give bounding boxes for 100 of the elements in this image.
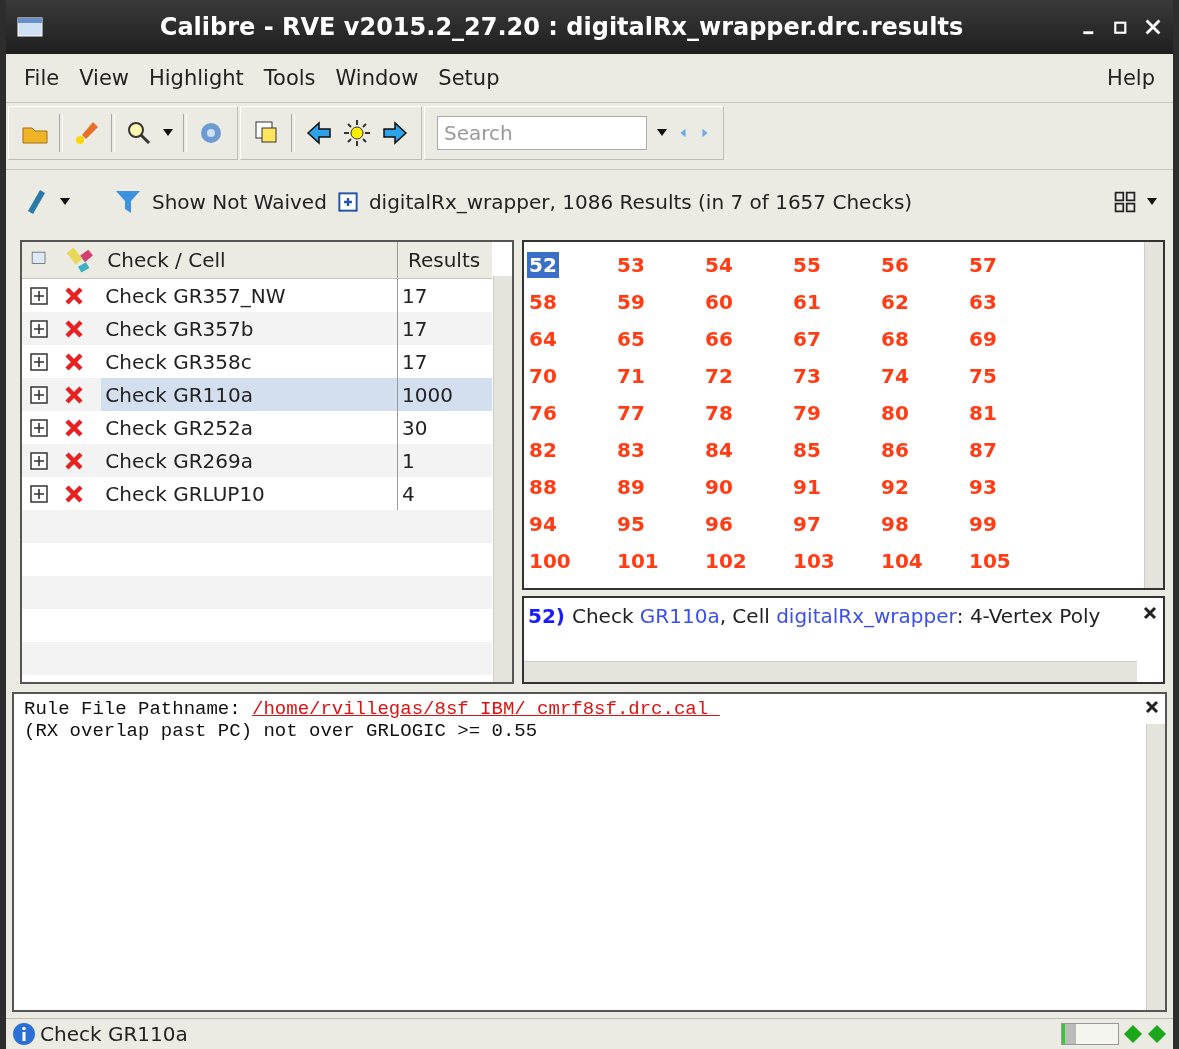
result-number[interactable]: 100 [527, 547, 573, 574]
expand-icon[interactable] [30, 451, 48, 470]
expand-icon[interactable] [30, 319, 48, 338]
result-number[interactable]: 88 [527, 473, 559, 500]
result-number[interactable]: 70 [527, 362, 559, 389]
brush-icon[interactable] [73, 119, 101, 147]
scrollbar[interactable] [493, 276, 512, 682]
result-number[interactable]: 52 [527, 251, 559, 278]
column-header[interactable]: Check / Cell [101, 242, 398, 278]
result-number[interactable]: 103 [791, 547, 837, 574]
result-number[interactable]: 67 [791, 325, 823, 352]
result-number[interactable]: 74 [879, 362, 911, 389]
result-number[interactable]: 71 [615, 362, 647, 389]
result-number[interactable]: 61 [791, 288, 823, 315]
sun-icon[interactable] [343, 119, 371, 147]
detail-link[interactable]: digitalRx_wrapper [776, 604, 957, 628]
table-cell-text: 17 [401, 348, 429, 376]
result-number[interactable]: 87 [967, 436, 999, 463]
menu-item[interactable]: View [71, 62, 137, 94]
grid-icon[interactable] [1113, 190, 1137, 214]
result-number[interactable]: 55 [791, 251, 823, 278]
cell-icon[interactable] [336, 191, 359, 213]
left-arrow-icon[interactable] [305, 119, 333, 147]
right-arrow-icon[interactable] [381, 119, 409, 147]
filter-icon[interactable] [114, 188, 142, 216]
result-number[interactable]: 85 [791, 436, 823, 463]
menu-item[interactable]: Window [327, 62, 427, 94]
search-field[interactable]: Search [437, 116, 647, 150]
result-number[interactable]: 53 [615, 251, 647, 278]
result-number[interactable]: 78 [703, 399, 735, 426]
result-number[interactable]: 60 [703, 288, 735, 315]
result-number[interactable]: 102 [703, 547, 749, 574]
menu-item[interactable]: Help [1099, 62, 1163, 94]
result-number[interactable]: 92 [879, 473, 911, 500]
result-number[interactable]: 75 [967, 362, 999, 389]
close-icon[interactable] [1145, 700, 1159, 714]
result-number[interactable]: 62 [879, 288, 911, 315]
menu-item[interactable]: Highlight [141, 62, 252, 94]
expand-icon[interactable] [30, 286, 48, 305]
result-number[interactable]: 69 [967, 325, 999, 352]
menu-item[interactable]: Tools [255, 62, 324, 94]
result-number[interactable]: 84 [703, 436, 735, 463]
result-number[interactable]: 73 [791, 362, 823, 389]
menu-item[interactable]: Setup [430, 62, 508, 94]
error-icon [63, 351, 84, 372]
result-number[interactable]: 80 [879, 399, 911, 426]
result-number[interactable]: 72 [703, 362, 735, 389]
detail-link[interactable]: GR110a [639, 604, 720, 628]
result-number[interactable]: 82 [527, 436, 559, 463]
result-number[interactable]: 77 [615, 399, 647, 426]
result-number[interactable]: 81 [967, 399, 999, 426]
result-number[interactable]: 101 [615, 547, 661, 574]
caret-icon[interactable] [163, 129, 173, 137]
result-number[interactable]: 59 [615, 288, 647, 315]
detail-text: Check [571, 604, 635, 628]
result-number[interactable]: 95 [615, 510, 647, 537]
result-number[interactable]: 79 [791, 399, 823, 426]
result-number[interactable]: 57 [967, 251, 999, 278]
expand-icon[interactable] [30, 418, 48, 437]
filter-label[interactable]: Show Not Waived [152, 190, 327, 214]
result-number[interactable]: 93 [967, 473, 999, 500]
caret-icon[interactable] [60, 198, 70, 206]
result-number[interactable]: 56 [879, 251, 911, 278]
magnifier-icon[interactable] [125, 119, 153, 147]
error-icon [63, 417, 84, 438]
column-header[interactable]: Results [397, 242, 492, 278]
result-number[interactable]: 83 [615, 436, 647, 463]
result-number[interactable]: 98 [879, 510, 911, 537]
result-number[interactable]: 54 [703, 251, 735, 278]
result-number[interactable]: 91 [791, 473, 823, 500]
result-number[interactable]: 86 [879, 436, 911, 463]
result-number[interactable]: 64 [527, 325, 559, 352]
expand-icon[interactable] [30, 352, 48, 371]
result-number[interactable]: 105 [967, 547, 1013, 574]
scrollbar[interactable] [1144, 242, 1163, 588]
result-number[interactable]: 58 [527, 288, 559, 315]
result-number[interactable]: 89 [615, 473, 647, 500]
result-number[interactable]: 104 [879, 547, 925, 574]
caret-icon[interactable] [657, 129, 667, 137]
result-number[interactable]: 76 [527, 399, 559, 426]
rule-file-link[interactable]: /home/rvillegas/8sf_IBM/_cmrf8sf.drc.cal_ [252, 698, 720, 720]
result-number[interactable]: 99 [967, 510, 999, 537]
result-number[interactable]: 65 [615, 325, 647, 352]
menu-item[interactable]: File [16, 62, 68, 94]
caret-icon[interactable] [1147, 198, 1157, 206]
scrollbar[interactable] [524, 661, 1137, 682]
expand-icon[interactable] [30, 484, 48, 503]
scrollbar[interactable] [1146, 724, 1165, 1010]
close-icon[interactable] [1143, 606, 1157, 620]
check-name[interactable]: Check GR110a [101, 378, 398, 411]
result-number[interactable]: 97 [791, 510, 823, 537]
result-number[interactable]: 66 [703, 325, 735, 352]
result-number[interactable]: 90 [703, 473, 735, 500]
result-number[interactable]: 63 [967, 288, 999, 315]
result-number[interactable]: 68 [879, 325, 911, 352]
expand-icon[interactable] [30, 385, 48, 404]
close-icon[interactable] [1143, 17, 1163, 37]
result-number[interactable]: 96 [703, 510, 735, 537]
result-number[interactable]: 94 [527, 510, 559, 537]
table-cell-text: 17 [401, 282, 429, 310]
